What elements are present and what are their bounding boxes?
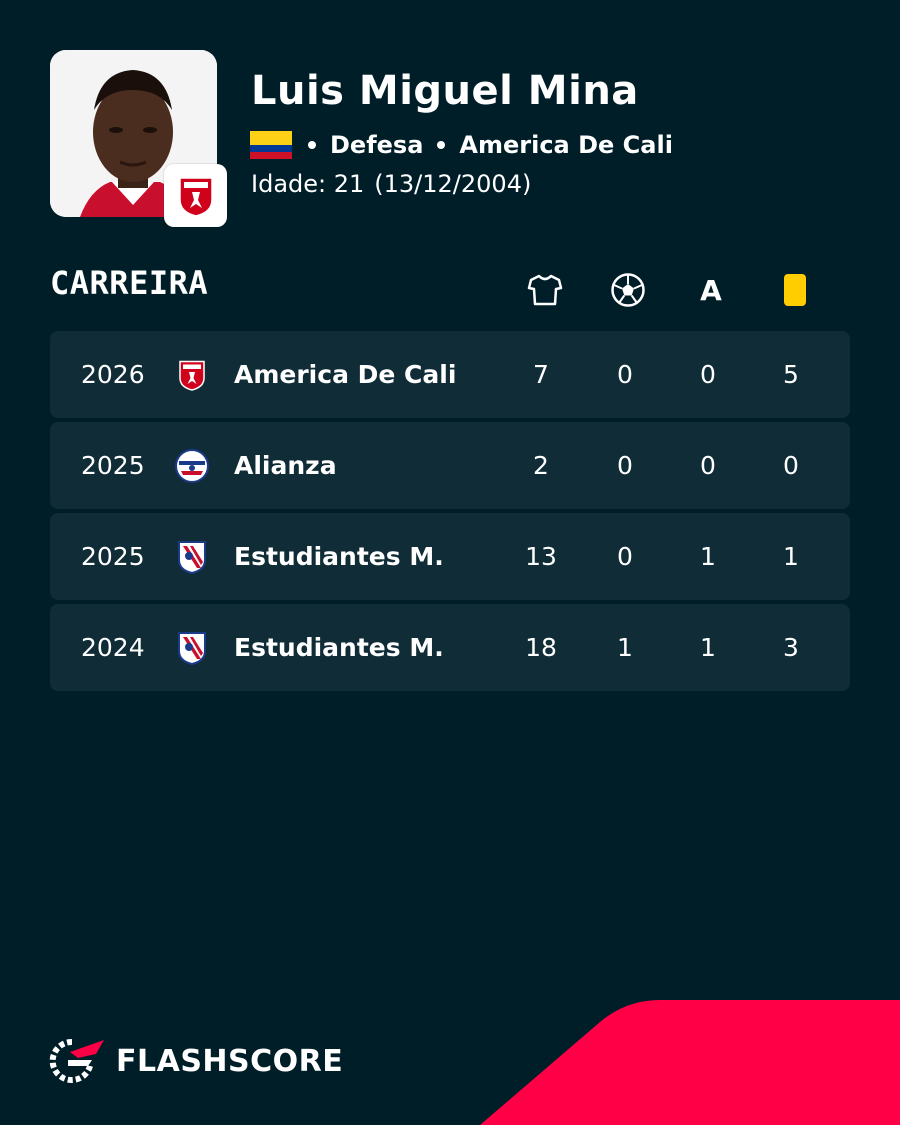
assists-value: 1: [700, 542, 716, 571]
america-de-cali-crest-icon: [178, 176, 213, 217]
yellow-cards-value: 3: [783, 633, 799, 662]
career-table: 2026 America De Cali 7 0 0 5 2025 Alianz…: [50, 331, 850, 695]
season-year: 2024: [81, 633, 145, 662]
yellow-cards-value: 1: [783, 542, 799, 571]
goals-value: 0: [617, 542, 633, 571]
birth-date: (13/12/2004): [374, 170, 532, 198]
appearances-column-header: [525, 270, 565, 310]
flashscore-logo-icon: [49, 1038, 104, 1083]
table-row[interactable]: 2026 America De Cali 7 0 0 5: [50, 331, 850, 418]
alianza-crest-icon: [175, 449, 209, 483]
estudiantes-merida-crest-icon: [178, 541, 206, 574]
flashscore-brand: FLASHSCORE: [48, 1038, 343, 1084]
age-label: Idade: 21: [251, 170, 365, 198]
assists-value: 0: [700, 451, 716, 480]
separator-dot: [308, 141, 316, 149]
player-meta: Defesa America De Cali: [250, 128, 673, 162]
goals-column-header: [608, 270, 648, 310]
player-age: Idade: 21 (13/12/2004): [251, 170, 531, 198]
appearances-value: 13: [525, 542, 557, 571]
goals-value: 1: [617, 633, 633, 662]
team-name: Alianza: [234, 451, 337, 480]
season-year: 2026: [81, 360, 145, 389]
assists-value: 1: [700, 633, 716, 662]
appearances-value: 7: [533, 360, 549, 389]
appearances-value: 18: [525, 633, 557, 662]
letter-a-icon: A: [700, 273, 722, 307]
goals-value: 0: [617, 360, 633, 389]
table-row[interactable]: 2025 Alianza 2 0 0 0: [50, 422, 850, 509]
club-badge: [164, 164, 227, 227]
team-logo: [174, 357, 210, 393]
table-row[interactable]: 2025 Estudiantes M. 13 0 1 1: [50, 513, 850, 600]
goals-value: 0: [617, 451, 633, 480]
career-title: CARREIRA: [50, 264, 209, 302]
season-year: 2025: [81, 542, 145, 571]
shirt-icon: [527, 274, 563, 306]
team-logo: [174, 630, 210, 666]
player-name: Luis Miguel Mina: [251, 68, 639, 114]
player-club: America De Cali: [459, 131, 673, 159]
team-logo: [174, 539, 210, 575]
yellow-cards-column-header: [775, 270, 815, 310]
team-name: Estudiantes M.: [234, 542, 444, 571]
yellow-cards-value: 5: [783, 360, 799, 389]
yellow-cards-value: 0: [783, 451, 799, 480]
player-header: Luis Miguel Mina Defesa America De Cali …: [50, 50, 850, 230]
appearances-value: 2: [533, 451, 549, 480]
team-name: America De Cali: [234, 360, 457, 389]
colombia-flag-icon: [250, 131, 292, 159]
separator-dot: [437, 141, 446, 149]
assists-value: 0: [700, 360, 716, 389]
table-row[interactable]: 2024 Estudiantes M. 18 1 1 3: [50, 604, 850, 691]
football-icon: [611, 273, 645, 307]
brand-name: FLASHSCORE: [116, 1043, 344, 1079]
team-logo: [174, 448, 210, 484]
america-de-cali-crest-icon: [179, 360, 205, 391]
team-name: Estudiantes M.: [234, 633, 444, 662]
assists-column-header: A: [691, 270, 731, 310]
season-year: 2025: [81, 451, 145, 480]
estudiantes-merida-crest-icon: [178, 632, 206, 665]
yellow-card-icon: [784, 274, 806, 306]
player-position: Defesa: [330, 131, 424, 159]
